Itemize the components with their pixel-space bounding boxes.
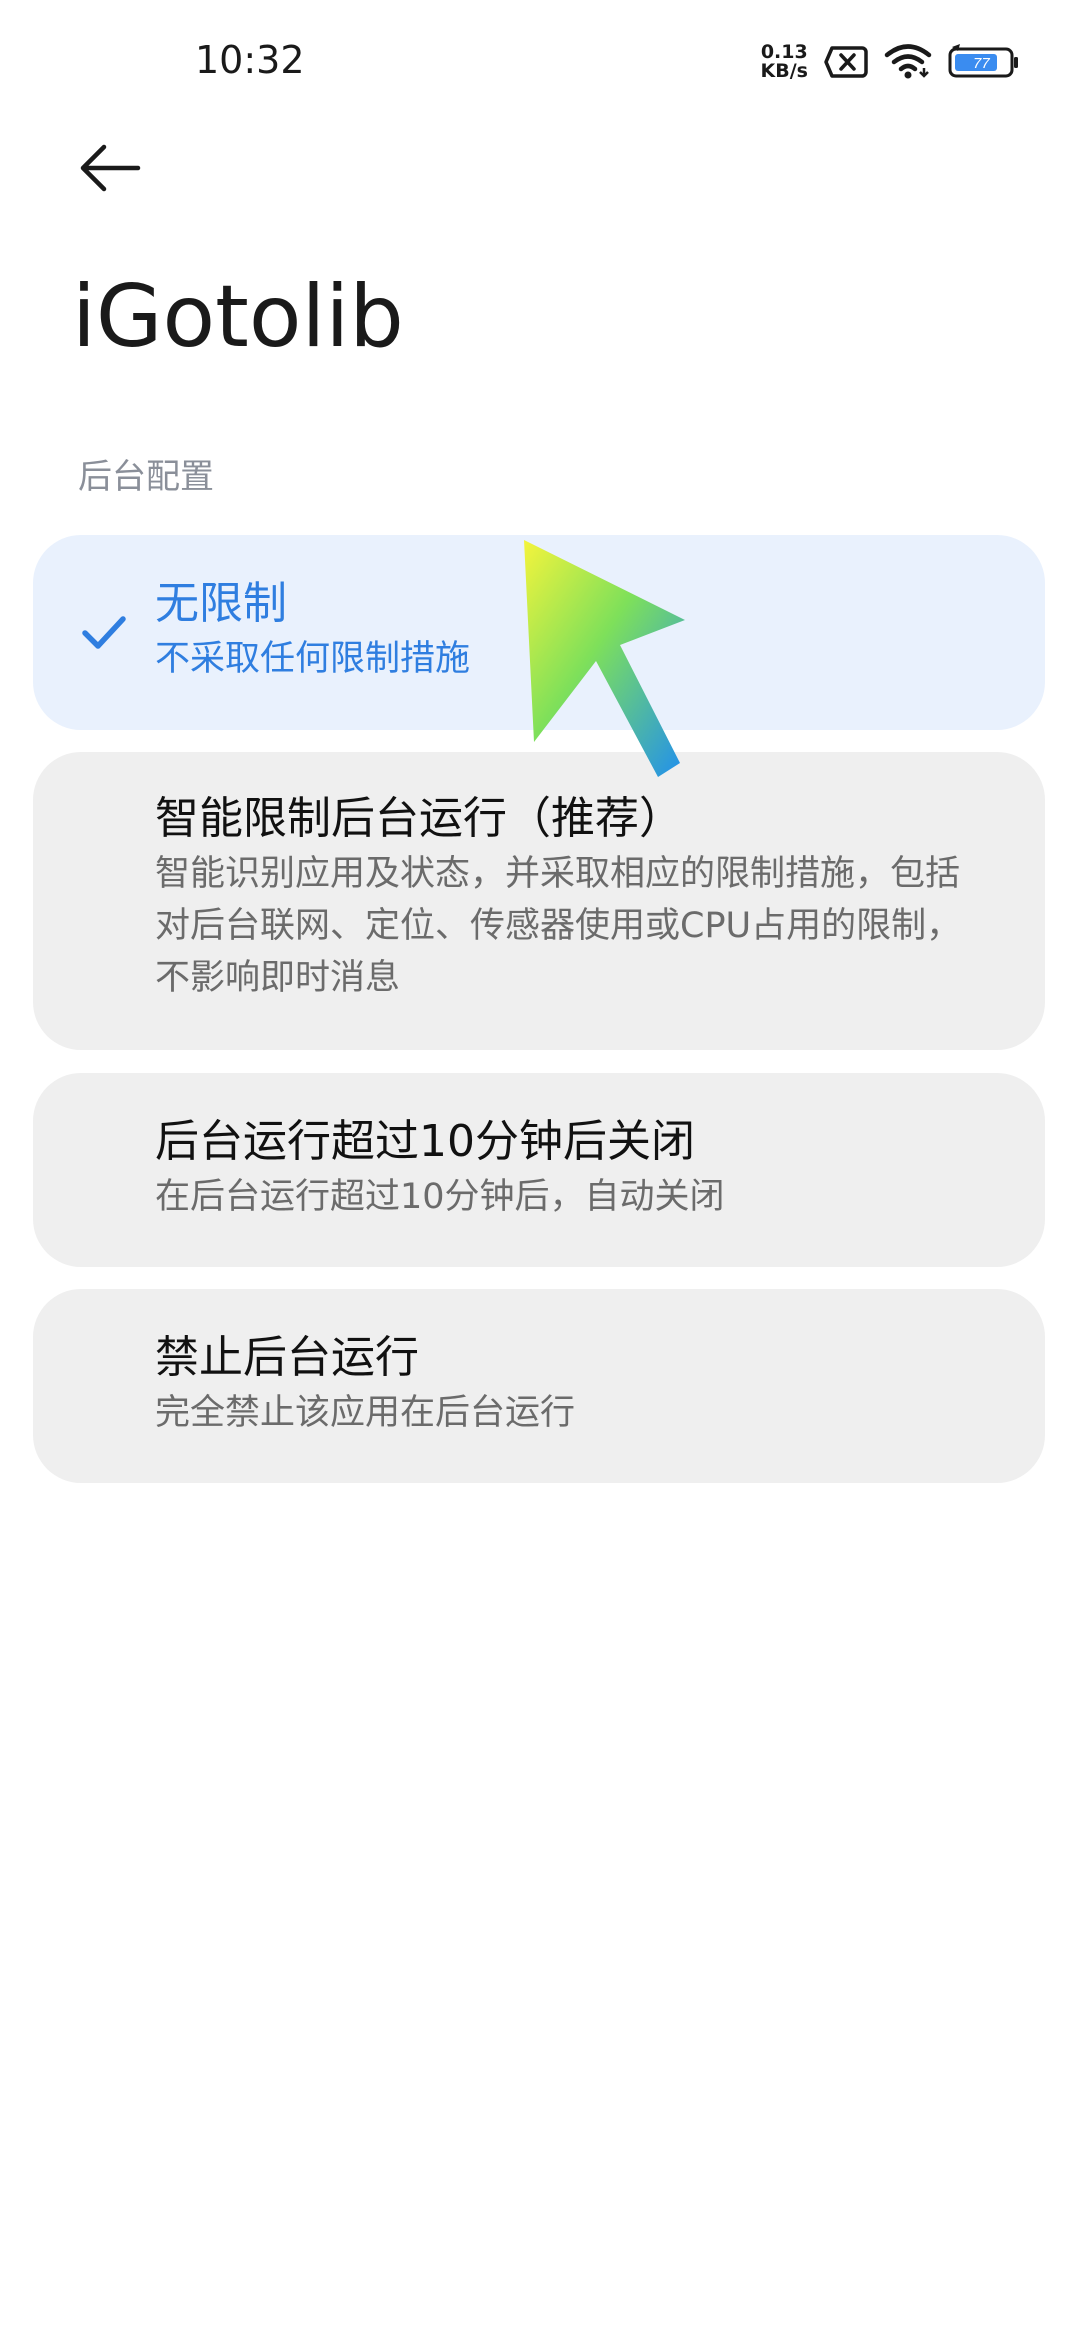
status-bar: 10:32 0.13 KB/s 77 (0, 0, 1080, 120)
back-button[interactable] (70, 130, 150, 210)
option-description: 在后台运行超过10分钟后，自动关闭 (155, 1177, 725, 1217)
check-icon (79, 607, 129, 657)
option-description: 完全禁止该应用在后台运行 (155, 1393, 576, 1433)
option-smart-restrict[interactable]: 智能限制后台运行（推荐） 智能识别应用及状态，并采取相应的限制措施，包括对后台联… (33, 752, 1045, 1050)
option-title: 后台运行超过10分钟后关闭 (155, 1116, 695, 1167)
option-title: 无限制 (155, 578, 287, 629)
sim-error-icon (824, 45, 868, 79)
option-description: 不采取任何限制措施 (155, 639, 471, 679)
network-speed: 0.13 KB/s (761, 43, 808, 81)
page-title: iGotolib (72, 267, 404, 367)
section-header: 后台配置 (78, 457, 214, 497)
option-title: 智能限制后台运行（推荐） (155, 793, 683, 844)
status-icons: 0.13 KB/s 77 (761, 40, 1020, 84)
battery-level-text: 77 (973, 55, 990, 72)
option-title: 禁止后台运行 (155, 1332, 419, 1383)
option-unrestricted[interactable]: 无限制 不采取任何限制措施 (33, 535, 1045, 730)
status-time: 10:32 (195, 38, 305, 82)
option-description: 智能识别应用及状态，并采取相应的限制措施，包括对后台联网、定位、传感器使用或CP… (155, 854, 962, 998)
battery-charging-icon: 77 (948, 44, 1020, 80)
option-close-after-10-min[interactable]: 后台运行超过10分钟后关闭 在后台运行超过10分钟后，自动关闭 (33, 1073, 1045, 1267)
option-forbid-background[interactable]: 禁止后台运行 完全禁止该应用在后台运行 (33, 1289, 1045, 1483)
arrow-left-icon (78, 143, 142, 197)
network-speed-unit: KB/s (760, 60, 808, 82)
wifi-icon (884, 44, 932, 80)
